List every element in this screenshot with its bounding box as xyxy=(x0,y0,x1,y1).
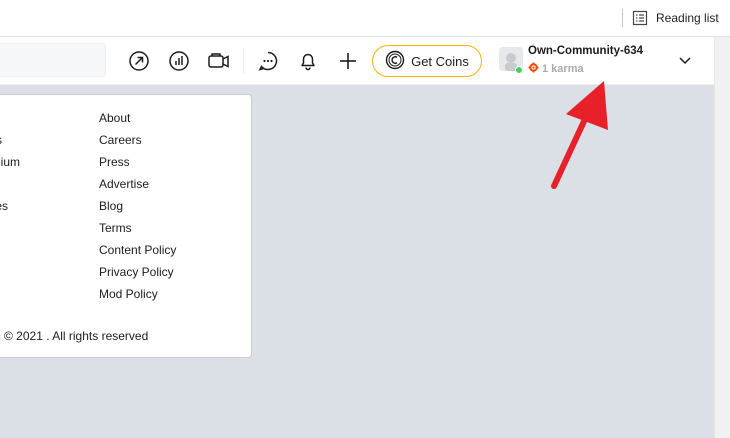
toolbar-divider xyxy=(622,9,623,27)
user-menu-button[interactable]: Own-Community-634 1 karma xyxy=(496,41,702,81)
video-icon[interactable] xyxy=(207,49,231,73)
karma-count: 1 karma xyxy=(528,62,584,76)
plus-icon[interactable] xyxy=(336,49,360,73)
footer-link-content-policy[interactable]: Content Policy xyxy=(99,239,176,261)
footer-link-privacy-policy[interactable]: Privacy Policy xyxy=(99,261,176,283)
stats-chart-icon[interactable] xyxy=(167,49,191,73)
bell-icon[interactable] xyxy=(296,49,320,73)
footer-link[interactable]: ifts xyxy=(0,173,20,195)
page-scrollbar[interactable] xyxy=(714,37,730,438)
get-coins-button[interactable]: Get Coins xyxy=(372,45,482,77)
popular-arrow-icon[interactable] xyxy=(127,49,151,73)
footer-link-blog[interactable]: Blog xyxy=(99,195,176,217)
footer-link[interactable]: nities xyxy=(0,195,20,217)
footer-link-press[interactable]: Press xyxy=(99,151,176,173)
footer-link-mod-policy[interactable]: Mod Policy xyxy=(99,283,176,305)
get-coins-label: Get Coins xyxy=(411,53,469,69)
copyright-text: nc © 2021 . All rights reserved xyxy=(0,329,149,343)
chevron-down-icon[interactable] xyxy=(678,53,692,67)
header-divider xyxy=(243,48,244,74)
username: Own-Community-634 xyxy=(528,45,644,57)
footer-link-terms[interactable]: Terms xyxy=(99,217,176,239)
footer-links-right: About Careers Press Advertise Blog Terms… xyxy=(99,107,176,305)
online-status-dot xyxy=(515,66,523,74)
reading-list-button[interactable]: Reading list xyxy=(632,9,719,27)
footer-link[interactable]: oins xyxy=(0,129,20,151)
reading-list-label: Reading list xyxy=(656,11,719,25)
karma-label: 1 karma xyxy=(542,63,584,75)
footer-link[interactable]: remium xyxy=(0,151,20,173)
browser-toolbar: Reading list xyxy=(0,0,730,37)
chat-icon[interactable] xyxy=(256,49,280,73)
coin-icon xyxy=(385,50,405,73)
footer-link-advertise[interactable]: Advertise xyxy=(99,173,176,195)
footer-link-careers[interactable]: Careers xyxy=(99,129,176,151)
reading-list-icon xyxy=(632,10,648,26)
annotation-arrow-icon xyxy=(551,81,608,189)
footer-link-about[interactable]: About xyxy=(99,107,176,129)
footer-links-card: oins remium ifts nities About Careers Pr… xyxy=(0,94,252,358)
karma-icon xyxy=(528,62,539,76)
search-input[interactable] xyxy=(0,43,106,77)
footer-links-left: oins remium ifts nities xyxy=(0,129,20,217)
